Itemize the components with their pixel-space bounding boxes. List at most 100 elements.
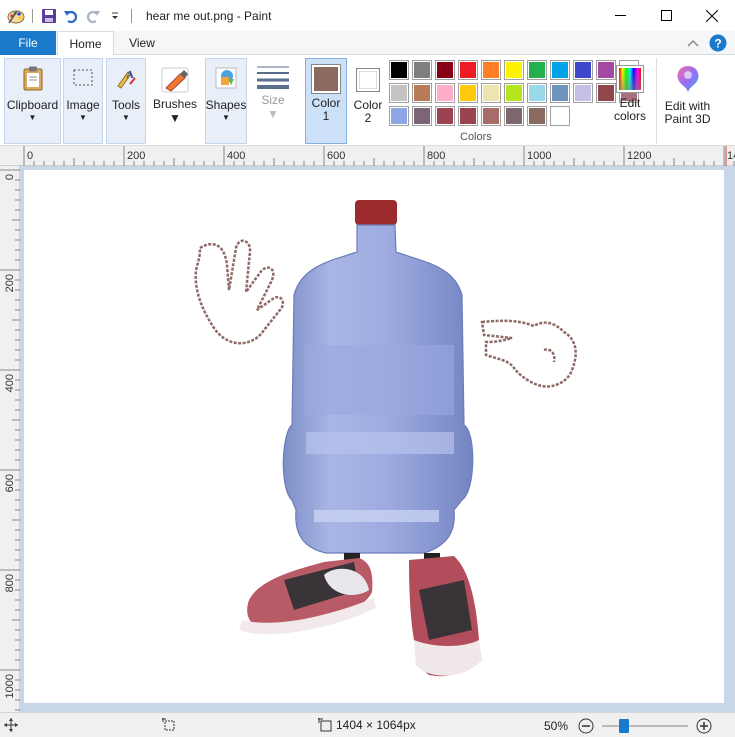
palette-swatch[interactable]	[458, 83, 478, 103]
save-icon[interactable]	[39, 6, 59, 26]
undo-icon[interactable]	[61, 6, 81, 26]
palette-swatch[interactable]	[435, 83, 455, 103]
color1-swatch	[311, 64, 341, 94]
palette-swatch[interactable]	[389, 83, 409, 103]
color1-fill	[314, 67, 338, 91]
palette-swatch[interactable]	[573, 60, 593, 80]
palette-swatch[interactable]	[527, 83, 547, 103]
image-dimensions: 1404 × 1064px	[318, 718, 416, 732]
palette-swatch[interactable]	[504, 60, 524, 80]
color1-number: 1	[322, 109, 330, 123]
palette-swatch[interactable]	[458, 106, 478, 126]
color2-swatch	[356, 68, 380, 92]
palette-swatch[interactable]	[412, 106, 432, 126]
palette-swatch[interactable]	[481, 60, 501, 80]
maximize-button[interactable]	[643, 0, 689, 31]
zoom-controls: 50%	[544, 718, 712, 734]
customize-quick-access-icon[interactable]	[105, 6, 125, 26]
size-button[interactable]: Size ▼	[252, 58, 294, 144]
palette-swatch-empty[interactable]	[550, 106, 570, 126]
zoom-slider-thumb[interactable]	[618, 719, 629, 733]
drawing-canvas[interactable]	[24, 170, 724, 703]
palette-swatch[interactable]	[481, 83, 501, 103]
bottle-cap	[355, 200, 397, 225]
left-hand-drawing	[194, 239, 285, 345]
palette-swatch[interactable]	[435, 106, 455, 126]
color2-number: 2	[364, 111, 372, 125]
brushes-label: Brushes	[152, 97, 198, 111]
horizontal-ruler: 0 200 400 600 800 1000 1200 14	[0, 146, 735, 166]
ruler-label: 600	[4, 474, 16, 492]
color1-button[interactable]: Color 1	[305, 58, 347, 144]
redo-icon[interactable]	[83, 6, 103, 26]
tools-label: Tools	[111, 98, 140, 112]
ruler-label: 14	[727, 150, 735, 162]
color2-button[interactable]: Color 2	[350, 58, 386, 144]
image-group[interactable]: Image ▼	[63, 58, 103, 144]
palette-swatch[interactable]	[504, 106, 524, 126]
clipboard-label: Clipboard	[6, 98, 59, 112]
canvas-image	[194, 200, 577, 677]
zoom-in-icon[interactable]	[696, 718, 712, 734]
edit-colors-button[interactable]: Edit colors	[610, 58, 650, 144]
palette-swatch[interactable]	[550, 83, 570, 103]
palette-swatch[interactable]	[481, 106, 501, 126]
brush-icon	[160, 66, 190, 97]
color-palette	[389, 60, 640, 127]
edit-colors-label-2: colors	[613, 109, 646, 123]
dropdown-arrow-icon: ▼	[222, 113, 230, 122]
minimize-button[interactable]	[597, 0, 643, 31]
collapse-ribbon-icon[interactable]	[687, 39, 699, 47]
palette-swatch[interactable]	[412, 83, 432, 103]
move-cursor-icon	[4, 718, 18, 732]
tab-view[interactable]: View	[116, 31, 168, 55]
ruler-label: 1000	[4, 674, 16, 698]
palette-swatch[interactable]	[573, 83, 593, 103]
palette-swatch[interactable]	[389, 60, 409, 80]
ribbon-home: Clipboard ▼ Image ▼ A Tools ▼ Brushes ▼ …	[0, 55, 735, 146]
ribbon-tabs: File Home View ?	[0, 31, 735, 56]
ruler-label: 1200	[627, 150, 651, 162]
zoom-level: 50%	[544, 719, 569, 733]
shapes-group[interactable]: Shapes ▼	[205, 58, 247, 144]
tab-home[interactable]: Home	[57, 31, 114, 56]
close-button[interactable]	[689, 0, 735, 31]
image-size-icon	[318, 718, 332, 732]
palette-swatch[interactable]	[458, 60, 478, 80]
brushes-button[interactable]: Brushes ▼	[150, 58, 200, 144]
colors-group-label: Colors	[460, 131, 492, 143]
clipboard-icon	[19, 64, 47, 92]
qa-separator	[32, 8, 33, 23]
color1-label: Color	[311, 96, 341, 110]
edit-colors-label-1: Edit	[619, 96, 641, 110]
zoom-slider[interactable]	[602, 719, 689, 733]
palette-swatch[interactable]	[389, 106, 409, 126]
paint-app-icon[interactable]	[6, 6, 26, 26]
clipboard-group[interactable]: Clipboard ▼	[4, 58, 61, 144]
minimize-icon	[614, 15, 626, 16]
left-sneaker	[239, 558, 376, 635]
tab-file[interactable]: File	[0, 31, 56, 55]
tools-group[interactable]: A Tools ▼	[106, 58, 146, 144]
ruler-label: 400	[227, 150, 245, 162]
select-icon	[69, 64, 97, 92]
palette-swatch[interactable]	[527, 60, 547, 80]
zoom-out-icon[interactable]	[578, 718, 594, 734]
palette-swatch[interactable]	[527, 106, 547, 126]
svg-text:?: ?	[714, 37, 721, 51]
help-icon[interactable]: ?	[709, 34, 727, 52]
palette-swatch[interactable]	[504, 83, 524, 103]
vertical-ruler-ticks: 0 200 400 600 800 1000	[0, 169, 20, 711]
dropdown-arrow-icon: ▼	[122, 113, 130, 122]
edit-with-paint3d-button[interactable]: Edit with Paint 3D	[656, 58, 718, 144]
window-title: hear me out.png - Paint	[146, 8, 272, 23]
ruler-label: 800	[4, 574, 16, 592]
selection-size-icon	[162, 718, 175, 731]
dropdown-arrow-icon: ▼	[169, 111, 181, 125]
color-spectrum-icon	[616, 65, 644, 93]
zoom-slider-track	[602, 725, 689, 727]
palette-swatch[interactable]	[435, 60, 455, 80]
palette-swatch[interactable]	[412, 60, 432, 80]
palette-swatch[interactable]	[550, 60, 570, 80]
shapes-icon	[212, 64, 240, 92]
